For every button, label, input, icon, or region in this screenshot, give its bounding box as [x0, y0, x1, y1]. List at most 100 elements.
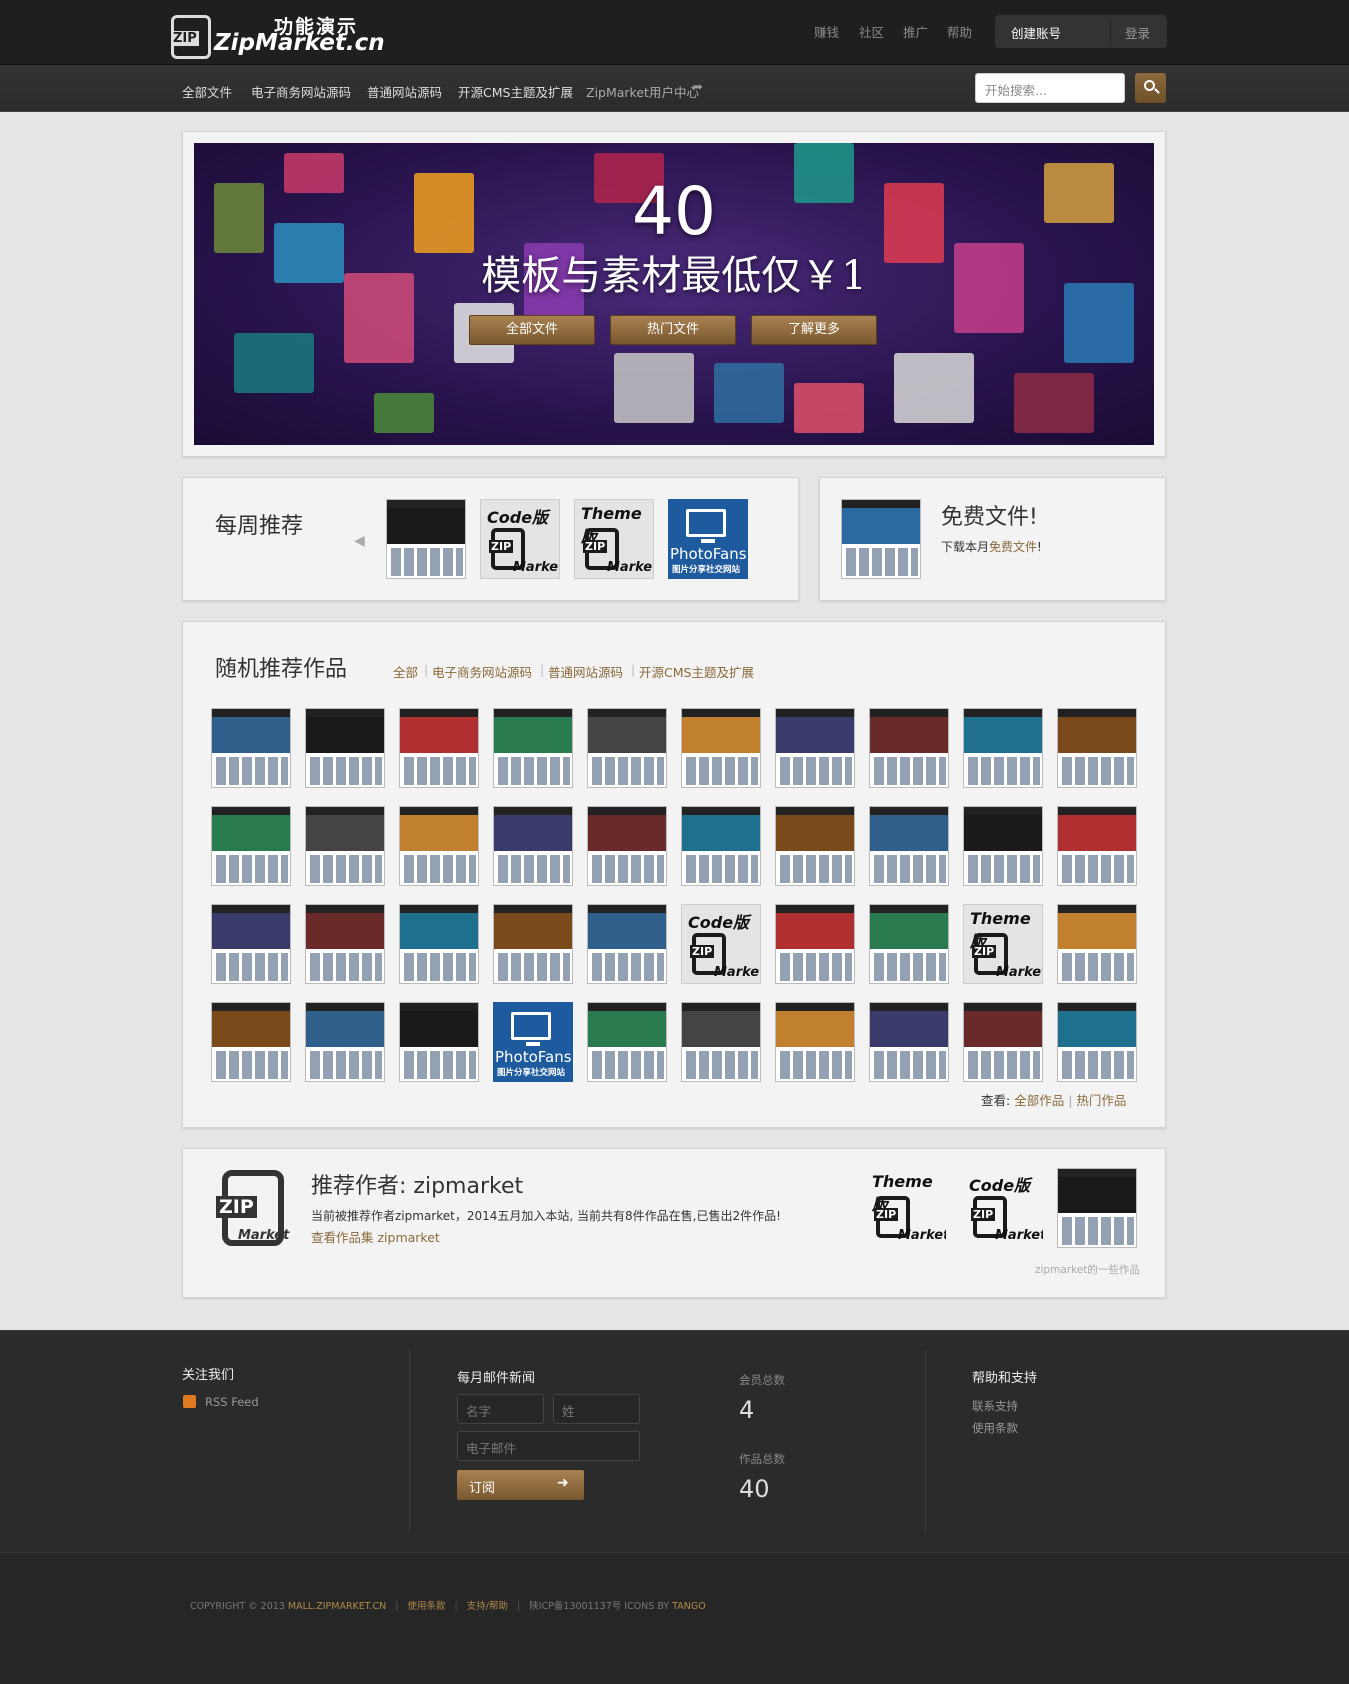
random-thumb[interactable] — [493, 806, 573, 886]
random-thumb[interactable] — [399, 904, 479, 984]
site-name-en[interactable]: ZipMarket.cn — [214, 30, 385, 56]
random-thumb[interactable] — [775, 1002, 855, 1082]
top-link-community[interactable]: 社区 — [859, 22, 884, 41]
last-name-input[interactable]: 姓 — [553, 1394, 640, 1424]
random-thumb[interactable] — [963, 806, 1043, 886]
random-thumb[interactable] — [869, 708, 949, 788]
top-link-earn[interactable]: 赚钱 — [814, 22, 839, 41]
random-thumb[interactable] — [587, 806, 667, 886]
weekly-title: 每周推荐 — [215, 514, 304, 539]
nav-cms[interactable]: 开源CMS主题及扩展 — [458, 82, 573, 101]
random-thumb[interactable] — [1057, 806, 1137, 886]
random-thumb[interactable] — [963, 708, 1043, 788]
search-input[interactable]: 开始搜索... — [975, 73, 1125, 103]
random-thumb[interactable] — [211, 1002, 291, 1082]
nav-all-files[interactable]: 全部文件 — [182, 82, 232, 101]
random-thumb[interactable] — [493, 708, 573, 788]
weekly-thumb-3[interactable]: Theme版 ZIP Market — [574, 499, 654, 579]
random-thumb[interactable] — [1057, 1002, 1137, 1082]
rss-icon[interactable] — [183, 1395, 196, 1408]
author-thumb-1[interactable]: Theme版 ZIP Market — [866, 1168, 946, 1248]
random-thumb[interactable] — [775, 708, 855, 788]
random-thumb[interactable] — [493, 904, 573, 984]
random-thumb[interactable] — [1057, 708, 1137, 788]
copyright-terms-link[interactable]: 使用条款 — [407, 1601, 445, 1612]
author-thumb-2[interactable]: Code版 ZIP Market — [963, 1168, 1043, 1248]
free-files-link[interactable]: 免费文件 — [989, 540, 1037, 554]
help-title: 帮助和支持 — [972, 1371, 1038, 1386]
hero-banner: 40 模板与素材最低仅￥1 全部文件 热门文件 了解更多 — [194, 143, 1154, 445]
site-link[interactable]: MALL.ZIPMARKET.CN — [288, 1601, 386, 1612]
random-thumb[interactable] — [869, 904, 949, 984]
random-thumb[interactable] — [587, 1002, 667, 1082]
author-name[interactable]: zipmarket — [413, 1174, 523, 1199]
email-input[interactable]: 电子邮件 — [457, 1431, 640, 1461]
top-link-promote[interactable]: 推广 — [903, 22, 928, 41]
terms-link[interactable]: 使用条款 — [972, 1420, 1018, 1436]
author-portfolio-link[interactable]: 查看作品集 zipmarket — [311, 1227, 440, 1246]
random-thumb[interactable] — [399, 806, 479, 886]
weekly-thumb-2[interactable]: Code版 ZIP Market — [480, 499, 560, 579]
author-thumb-3[interactable] — [1057, 1168, 1137, 1248]
first-name-input[interactable]: 名字 — [457, 1394, 544, 1424]
random-thumb[interactable] — [681, 1002, 761, 1082]
view-hot-link[interactable]: 热门作品 — [1076, 1093, 1126, 1108]
random-thumb[interactable] — [775, 806, 855, 886]
contact-support-link[interactable]: 联系支持 — [972, 1398, 1018, 1414]
random-thumb[interactable] — [587, 708, 667, 788]
hero-learn-more-button[interactable]: 了解更多 — [751, 315, 877, 345]
random-thumb[interactable] — [399, 708, 479, 788]
random-thumb[interactable]: Theme版 ZIP Market — [963, 904, 1043, 984]
members-label: 会员总数 — [739, 1373, 785, 1387]
top-bar: ZIP 功能演示 ZipMarket.cn 赚钱 社区 推广 帮助 创建账号 登… — [0, 0, 1349, 65]
random-thumb[interactable] — [305, 708, 385, 788]
arrow-left-icon[interactable]: ◀ — [354, 533, 365, 549]
author-avatar[interactable]: ZIP Market — [216, 1170, 289, 1246]
random-thumb[interactable] — [869, 806, 949, 886]
hero-hot-files-button[interactable]: 热门文件 — [610, 315, 736, 345]
copyright-bar — [0, 1552, 1349, 1684]
create-account-link[interactable]: 创建账号 — [1011, 23, 1061, 42]
weekly-thumb-4[interactable]: PhotoFans 图片分享社交网站 — [668, 499, 748, 579]
random-thumb[interactable] — [211, 904, 291, 984]
rss-link[interactable]: RSS Feed — [205, 1395, 259, 1409]
random-thumb[interactable] — [211, 806, 291, 886]
random-thumb[interactable] — [869, 1002, 949, 1082]
random-thumb[interactable] — [305, 806, 385, 886]
follow-title: 关注我们 — [182, 1368, 235, 1383]
random-thumb[interactable]: PhotoFans 图片分享社交网站 — [493, 1002, 573, 1082]
random-thumb[interactable] — [681, 708, 761, 788]
random-thumb[interactable] — [775, 904, 855, 984]
random-thumb[interactable] — [305, 1002, 385, 1082]
hero-all-files-button[interactable]: 全部文件 — [469, 315, 595, 345]
subscribe-button[interactable]: 订阅 ➜ — [457, 1470, 584, 1500]
random-thumb[interactable]: Code版 ZIP Market — [681, 904, 761, 984]
random-thumb[interactable] — [1057, 904, 1137, 984]
copyright-text: COPYRIGHT © 2013 MALL.ZIPMARKET.CN | 使用条… — [190, 1601, 706, 1612]
free-thumb[interactable] — [841, 499, 921, 579]
copyright-support-link[interactable]: 支持/帮助 — [467, 1601, 508, 1612]
random-thumb[interactable] — [587, 904, 667, 984]
login-link[interactable]: 登录 — [1125, 23, 1150, 42]
random-thumb[interactable] — [681, 806, 761, 886]
cat-cms[interactable]: 开源CMS主题及扩展 — [639, 662, 754, 681]
random-thumb[interactable] — [305, 904, 385, 984]
cat-ecommerce[interactable]: 电子商务网站源码 — [432, 662, 532, 681]
cat-all[interactable]: 全部 — [393, 662, 418, 681]
cat-websites[interactable]: 普通网站源码 — [548, 662, 623, 681]
weekly-thumb-1[interactable] — [386, 499, 466, 579]
random-thumb[interactable] — [399, 1002, 479, 1082]
zip-logo-icon[interactable]: ZIP — [171, 15, 211, 59]
top-link-help[interactable]: 帮助 — [947, 22, 972, 41]
search-button[interactable] — [1135, 73, 1166, 103]
author-heading: 推荐作者: zipmarket — [311, 1174, 524, 1199]
items-count: 40 — [739, 1475, 770, 1503]
random-thumb[interactable] — [963, 1002, 1043, 1082]
random-thumb[interactable] — [211, 708, 291, 788]
nav-websites[interactable]: 普通网站源码 — [367, 82, 442, 101]
view-all-link[interactable]: 全部作品 — [1014, 1093, 1064, 1108]
newsletter-title: 每月邮件新闻 — [457, 1371, 536, 1386]
tango-link[interactable]: TANGO — [672, 1601, 706, 1612]
nav-ecommerce[interactable]: 电子商务网站源码 — [251, 82, 351, 101]
nav-user-center[interactable]: ZipMarket用户中心 — [586, 82, 699, 101]
